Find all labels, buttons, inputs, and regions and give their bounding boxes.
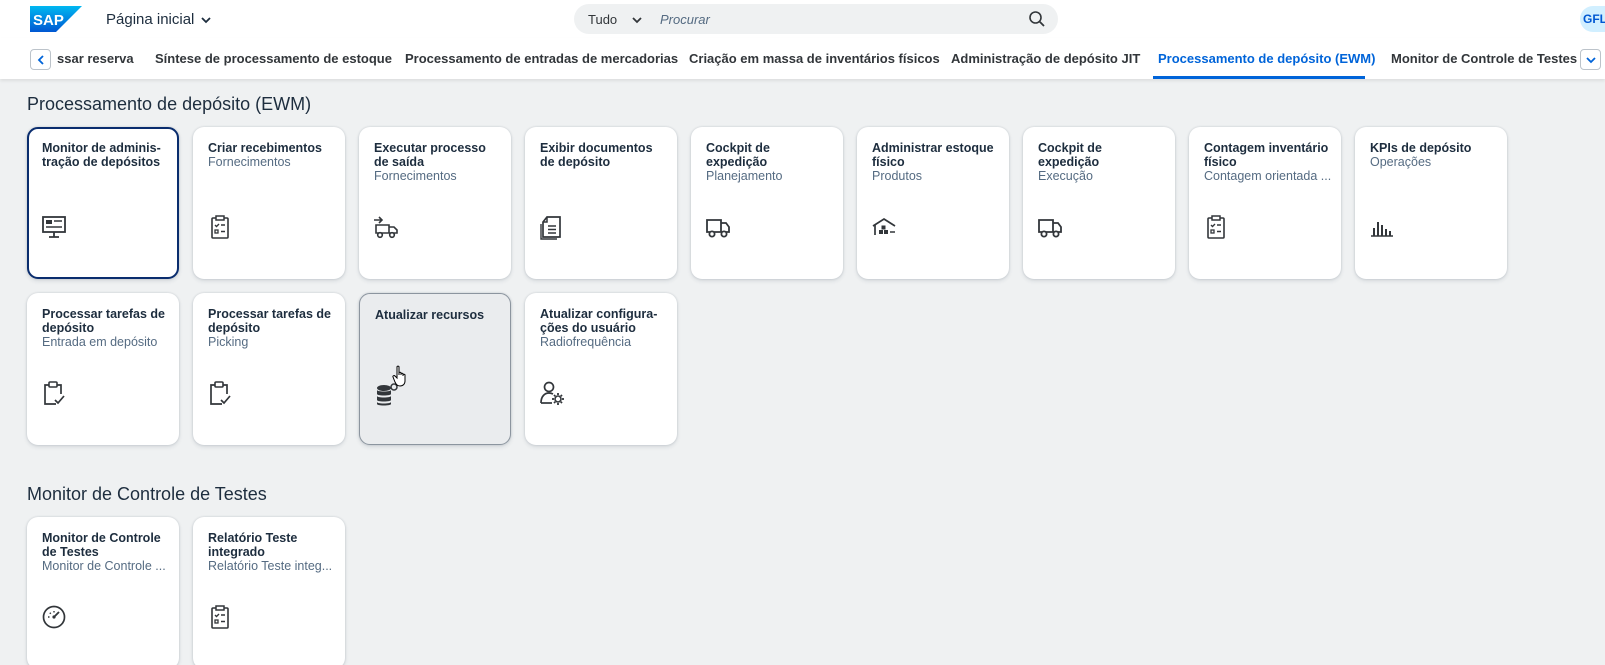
tile-executar-saida[interactable]: Executar processo de saída Fornecimentos (359, 127, 511, 279)
svg-text:SAP: SAP (33, 12, 64, 29)
tile-subtitle: Contagem orientada ... (1204, 169, 1332, 183)
chevron-left-icon (37, 54, 44, 65)
section-title-ewm: Processamento de depósito (EWM) (27, 94, 312, 114)
active-tab-indicator (1153, 76, 1365, 79)
clipboard-list-icon (1203, 214, 1229, 240)
tab-processamento-ewm[interactable]: Processamento de depósito (EWM) (1158, 51, 1375, 66)
tile-criar-recebimentos[interactable]: Criar recebimentos Fornecimentos (193, 127, 345, 279)
clipboard-list-icon (207, 604, 233, 630)
tile-subtitle: Operações (1370, 155, 1432, 169)
tab-ssar-reserva[interactable]: ssar reserva (57, 51, 134, 66)
database-icon (374, 381, 400, 407)
space-tab-bar: ssar reserva Síntese de processamento de… (0, 38, 1605, 79)
monitor-icon (41, 214, 67, 240)
tile-monitor-administracao[interactable]: Monitor de adminis-tração de depósitos (27, 127, 179, 279)
tile-title: Relatório Teste integrado (208, 531, 298, 559)
tile-subtitle: Relatório Teste integ... (208, 559, 333, 573)
search-input[interactable] (660, 8, 1000, 30)
tab-overflow-button[interactable] (1580, 49, 1601, 70)
gauge-icon (41, 604, 67, 630)
tab-monitor-testes[interactable]: Monitor de Controle de Testes (1391, 51, 1577, 66)
tile-title: Cockpit de expedição (1038, 141, 1102, 169)
chevron-down-icon (201, 16, 212, 23)
sap-logo[interactable]: SAP (30, 6, 82, 32)
search-bar: Tudo (574, 4, 1058, 34)
tile-contagem-inventario[interactable]: Contagem inventário físico Contagem orien… (1189, 127, 1341, 279)
shell-bar: SAP Página inicial Tudo GFL (0, 0, 1605, 38)
tile-title: Processar tarefas de depósito (42, 307, 165, 335)
tile-title: Criar recebimentos (208, 141, 322, 155)
clipboard-check-icon (207, 380, 233, 406)
documents-icon (539, 214, 565, 240)
tile-title: Atualizar recursos (375, 308, 485, 322)
chevron-down-icon (1585, 56, 1596, 63)
tile-subtitle: Planejamento (706, 169, 783, 183)
tile-exibir-documentos[interactable]: Exibir documentos de depósito (525, 127, 677, 279)
tile-subtitle: Fornecimentos (208, 155, 291, 169)
tab-criacao-inventarios[interactable]: Criação em massa de inventários físicos (689, 51, 940, 66)
tile-title: Monitor de adminis-tração de depósitos (42, 141, 161, 169)
tile-title: Atualizar configura-ções do usuário (540, 307, 658, 335)
tile-subtitle: Fornecimentos (374, 169, 457, 183)
tile-title: KPIs de depósito (1370, 141, 1472, 155)
tile-administrar-estoque[interactable]: Administrar estoque físico Produtos (857, 127, 1009, 279)
warehouse-icon (871, 214, 897, 240)
tile-subtitle: Execução (1038, 169, 1093, 183)
tab-sintese-estoque[interactable]: Síntese de processamento de estoque (155, 51, 392, 66)
tile-title: Processar tarefas de depósito (208, 307, 331, 335)
tile-cockpit-planejamento[interactable]: Cockpit de expedição Planejamento (691, 127, 843, 279)
tab-scroll-left-button[interactable] (30, 49, 51, 70)
tile-title: Cockpit de expedição (706, 141, 770, 169)
tile-configuracoes-usuario[interactable]: Atualizar configura-ções do usuário Radio… (525, 293, 677, 445)
tile-subtitle: Produtos (872, 169, 923, 183)
search-scope-select[interactable]: Tudo (588, 12, 643, 27)
user-avatar[interactable]: GFL (1580, 6, 1605, 32)
tile-monitor-controle-testes[interactable]: Monitor de Controle de Testes Monitor de … (27, 517, 179, 665)
tile-title: Monitor de Controle de Testes (42, 531, 161, 559)
clipboard-list-icon (207, 214, 233, 240)
home-title-label: Página inicial (106, 11, 195, 28)
truck-icon (1037, 214, 1063, 240)
tile-tarefas-picking[interactable]: Processar tarefas de depósito Picking (193, 293, 345, 445)
tile-atualizar-recursos[interactable]: Atualizar recursos (359, 293, 511, 445)
tile-subtitle: Picking (208, 335, 249, 349)
bar-chart-icon (1369, 214, 1395, 240)
tile-subtitle: Radiofrequência (540, 335, 632, 349)
tile-title: Contagem inventário físico (1204, 141, 1329, 169)
tile-kpis-deposito[interactable]: KPIs de depósito Operações (1355, 127, 1507, 279)
user-settings-icon (539, 380, 565, 406)
chevron-down-icon (632, 16, 642, 23)
tile-subtitle: Entrada em depósito (42, 335, 158, 349)
tile-title: Exibir documentos de depósito (540, 141, 653, 169)
clipboard-check-icon (41, 380, 67, 406)
tab-entradas-mercadorias[interactable]: Processamento de entradas de mercadorias (405, 51, 678, 66)
tile-title: Administrar estoque físico (872, 141, 994, 169)
tile-relatorio-teste[interactable]: Relatório Teste integrado Relatório Teste… (193, 517, 345, 665)
tab-deposito-jit[interactable]: Administração de depósito JIT (951, 51, 1140, 66)
truck-outbound-icon (373, 214, 399, 240)
tile-cockpit-execucao[interactable]: Cockpit de expedição Execução (1023, 127, 1175, 279)
search-scope-label: Tudo (588, 12, 618, 27)
search-icon[interactable] (1028, 10, 1046, 28)
tile-tarefas-entrada[interactable]: Processar tarefas de depósito Entrada em … (27, 293, 179, 445)
tile-subtitle: Monitor de Controle ... (42, 559, 166, 573)
home-title-menu[interactable]: Página inicial (106, 11, 212, 28)
truck-icon (705, 214, 731, 240)
tile-title: Executar processo de saída (374, 141, 486, 169)
section-title-testes: Monitor de Controle de Testes (27, 484, 267, 504)
